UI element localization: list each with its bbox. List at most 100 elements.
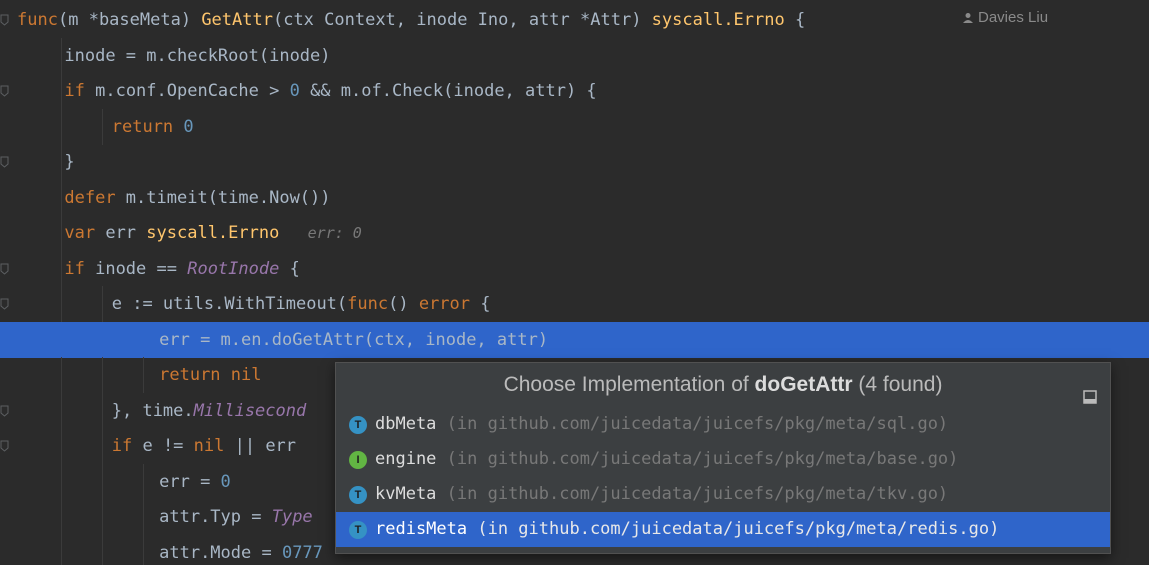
code-token: { [279,258,300,279]
type-icon: T [349,416,367,434]
code-text: if m.conf.OpenCache > 0 && m.of.Check(in… [64,73,596,109]
code-token: .of.Check(inode, attr) { [351,81,597,101]
popup-title-method: doGetAttr [754,373,853,396]
code-line[interactable]: if inode == RootInode { [0,250,1149,287]
implementation-name: engine (in github.com/juicedata/juicefs/… [375,442,958,477]
code-token: inode = [64,45,147,66]
code-token: defer [64,187,126,208]
code-token: if [64,258,96,279]
code-token: .en.doGetAttr(ctx, inode, attr) [230,329,549,350]
code-text: err = m.en.doGetAttr(ctx, inode, attr) [159,322,548,358]
indent-guide [102,463,104,500]
code-line[interactable]: defer m.timeit(time.Now()) [0,179,1149,216]
code-token: }, time. [111,400,194,421]
indent-guide [61,357,62,393]
code-token: ) [180,10,202,30]
implementation-item-engine[interactable]: Iengine (in github.com/juicedata/juicefs… [336,442,1110,477]
code-line[interactable]: if m.conf.OpenCache > 0 && m.of.Check(in… [0,73,1149,109]
code-token: return [111,116,184,137]
code-text: return nil [159,357,261,393]
code-token: GetAttr [201,10,273,30]
code-token: e := utils.WithTimeout( [111,294,348,314]
indent-guide [102,108,104,145]
indent-guide [61,286,62,322]
code-token: .checkRoot(inode) [156,45,331,66]
implementation-name: kvMeta (in github.com/juicedata/juicefs/… [375,477,948,512]
code-token: () [388,294,419,314]
code-token: 0777 [281,542,323,563]
indent-guide [61,534,62,565]
code-token: if [64,81,96,101]
code-line[interactable]: return 0 [0,108,1149,145]
code-text: attr.Typ = Type [159,499,313,535]
code-token: 0 [183,116,194,137]
popup-title: Choose Implementation of doGetAttr (4 fo… [336,363,1110,407]
code-text: defer m.timeit(time.Now()) [64,180,330,216]
code-text: func(m *baseMeta) GetAttr(ctx Context, i… [17,2,805,38]
code-line[interactable]: e := utils.WithTimeout(func() error { [0,286,1149,322]
code-token: m [125,187,137,208]
fold-marker-icon[interactable] [0,298,9,310]
fold-marker-icon[interactable] [0,85,9,97]
implementation-name: redisMeta (in github.com/juicedata/juice… [375,512,999,547]
code-line-selected[interactable]: err = m.en.doGetAttr(ctx, inode, attr) [0,321,1149,358]
code-token: .conf.OpenCache > [105,81,290,101]
code-text: } [64,144,74,180]
author-name: Davies Liu [978,9,1049,26]
implementation-item-redisMeta[interactable]: TredisMeta (in github.com/juicedata/juic… [336,512,1110,547]
code-token: (ctx Context, inode Ino, attr *Attr) [272,10,652,30]
type-icon: T [349,521,367,539]
code-line[interactable]: inode = m.checkRoot(inode) [0,37,1149,74]
author-annotation: Davies Liu [962,9,1048,28]
implementation-item-dbMeta[interactable]: TdbMeta (in github.com/juicedata/juicefs… [336,407,1110,442]
code-token: && [299,81,341,101]
implementation-path: (in github.com/juicedata/juicefs/pkg/met… [436,449,959,469]
indent-guide [102,286,104,322]
fold-marker-icon[interactable] [0,263,9,275]
indent-guide [61,37,62,74]
implementation-item-kvMeta[interactable]: TkvMeta (in github.com/juicedata/juicefs… [336,477,1110,512]
type-icon: T [349,486,367,504]
indent-guide [143,499,145,535]
code-text: return 0 [112,109,194,145]
implementation-name: dbMeta (in github.com/juicedata/juicefs/… [375,407,948,442]
indent-guide [143,357,145,393]
fold-marker-icon[interactable] [0,156,9,168]
code-token: RootInode [187,258,280,279]
implementation-type-name: kvMeta [375,484,437,504]
code-token: if [111,436,143,456]
code-line[interactable]: } [0,144,1149,180]
code-text: }, time.Millisecond [112,393,306,429]
indent-guide [61,392,62,429]
code-token: || err [224,436,297,456]
implementation-list: TdbMeta (in github.com/juicedata/juicefs… [336,407,1110,547]
code-token: m [68,10,79,30]
code-token: err = [159,471,221,492]
code-token: e != [142,436,194,456]
code-token: *baseMeta [88,10,181,30]
code-token: 0 [289,81,300,101]
code-token: m [220,329,231,350]
code-token: nil [230,365,262,385]
implementation-type-name: engine [375,449,437,469]
code-token: var [64,223,106,243]
indent-guide [61,499,62,535]
fold-marker-icon[interactable] [0,405,9,417]
code-line[interactable]: var err syscall.Errno err: 0 [0,215,1149,251]
code-token: err: 0 [289,224,362,242]
fold-marker-icon[interactable] [0,14,9,26]
indent-guide [61,144,62,180]
popup-title-suffix: (4 found) [852,373,943,396]
code-token: ( [57,10,69,30]
code-token: .timeit(time.Now()) [136,187,331,208]
indent-guide [61,463,62,500]
indent-guide [102,534,104,565]
interface-icon: I [349,451,367,469]
choose-implementation-popup[interactable]: Choose Implementation of doGetAttr (4 fo… [335,362,1111,554]
fold-marker-icon[interactable] [0,440,9,452]
implementation-path: (in github.com/juicedata/juicefs/pkg/met… [436,414,949,434]
code-token: attr.Mode = [159,542,282,563]
pin-window-icon[interactable] [1082,377,1098,404]
code-token: func [17,10,58,30]
